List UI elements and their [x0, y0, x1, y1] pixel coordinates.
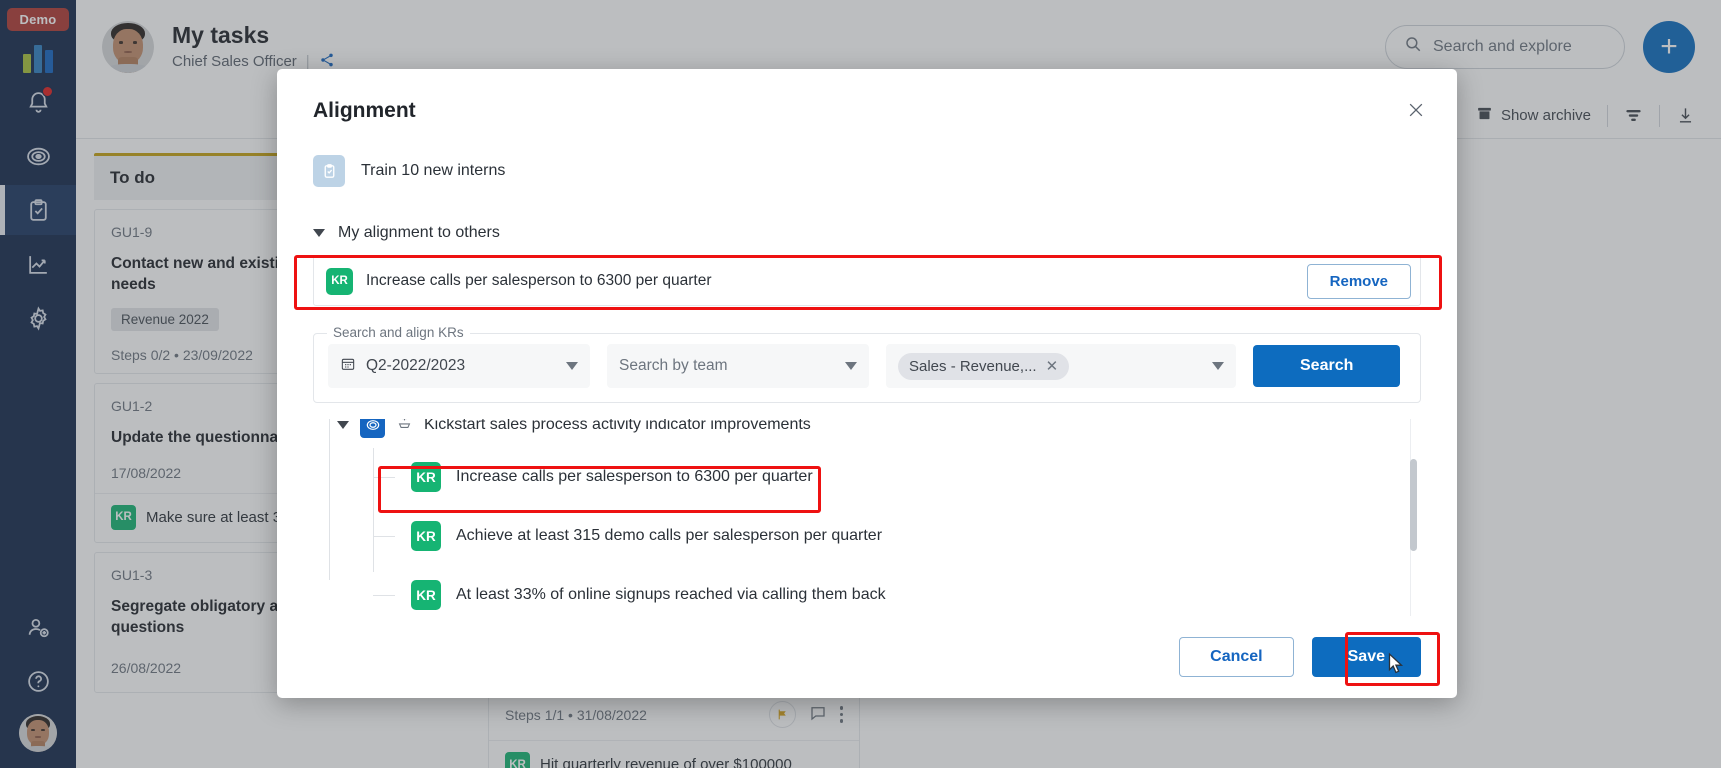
search-panel-legend: Search and align KRs: [327, 325, 470, 340]
period-select[interactable]: Q2-2022/2023: [328, 344, 590, 388]
alignment-section-header[interactable]: My alignment to others: [313, 224, 1421, 242]
objective-row: Train 10 new interns: [313, 155, 1421, 187]
aligned-kr-row: KR Increase calls per salesperson to 630…: [313, 256, 1421, 306]
chevron-down-icon: [566, 362, 578, 370]
result-kr-label: Achieve at least 315 demo calls per sale…: [456, 527, 883, 544]
result-kr-item[interactable]: KR At least 33% of online signups reache…: [373, 576, 1421, 614]
kr-badge: KR: [411, 521, 441, 551]
tree-root-label: Kickstart sales process activity indicat…: [424, 419, 811, 433]
app-root: Demo My tasks Chief Sales Officer | Sear…: [0, 0, 1721, 768]
objective-name: Train 10 new interns: [361, 162, 506, 179]
alignment-dialog: Alignment Train 10 new interns My alignm…: [277, 69, 1457, 698]
remove-button[interactable]: Remove: [1306, 263, 1411, 299]
kr-badge: KR: [411, 580, 441, 610]
result-kr-label: At least 33% of online signups reached v…: [456, 586, 886, 603]
calendar-icon: [340, 356, 356, 377]
search-results-tree: Kickstart sales process activity indicat…: [313, 419, 1421, 616]
period-value: Q2-2022/2023: [366, 357, 466, 374]
team-placeholder: Search by team: [619, 357, 728, 374]
save-button[interactable]: Save: [1311, 637, 1421, 677]
dialog-title: Alignment: [313, 99, 416, 122]
result-kr-label: Increase calls per salesperson to 6300 p…: [456, 468, 813, 485]
dialog-footer: Cancel Save: [313, 616, 1421, 698]
result-kr-item[interactable]: KR Increase calls per salesperson to 630…: [373, 458, 1421, 496]
clipboard-icon: [313, 155, 345, 187]
rocket-icon: [396, 419, 413, 436]
close-icon[interactable]: [1401, 95, 1431, 125]
search-and-align-panel: Search and align KRs Q2-2022/2023 Search…: [313, 325, 1421, 403]
cancel-button[interactable]: Cancel: [1179, 637, 1294, 677]
result-kr-item[interactable]: KR Achieve at least 315 demo calls per s…: [373, 517, 1421, 555]
kr-badge: KR: [326, 267, 353, 295]
scope-select[interactable]: Sales - Revenue,... ✕: [886, 344, 1236, 388]
chevron-down-icon: [845, 362, 857, 370]
chevron-down-icon: [1212, 362, 1224, 370]
aligned-kr-name: Increase calls per salesperson to 6300 p…: [366, 272, 712, 289]
close-icon[interactable]: ✕: [1046, 357, 1059, 375]
objective-icon: [360, 419, 385, 438]
selected-scope-chip[interactable]: Sales - Revenue,... ✕: [898, 352, 1070, 380]
kr-badge: KR: [411, 462, 441, 492]
section-label: My alignment to others: [338, 224, 500, 241]
search-button[interactable]: Search: [1253, 345, 1401, 387]
chevron-down-icon: [313, 229, 325, 237]
chevron-down-icon[interactable]: [337, 421, 349, 429]
tree-root-objective[interactable]: Kickstart sales process activity indicat…: [329, 419, 1421, 438]
scope-chip-label: Sales - Revenue,...: [909, 357, 1037, 375]
team-select[interactable]: Search by team: [607, 344, 869, 388]
